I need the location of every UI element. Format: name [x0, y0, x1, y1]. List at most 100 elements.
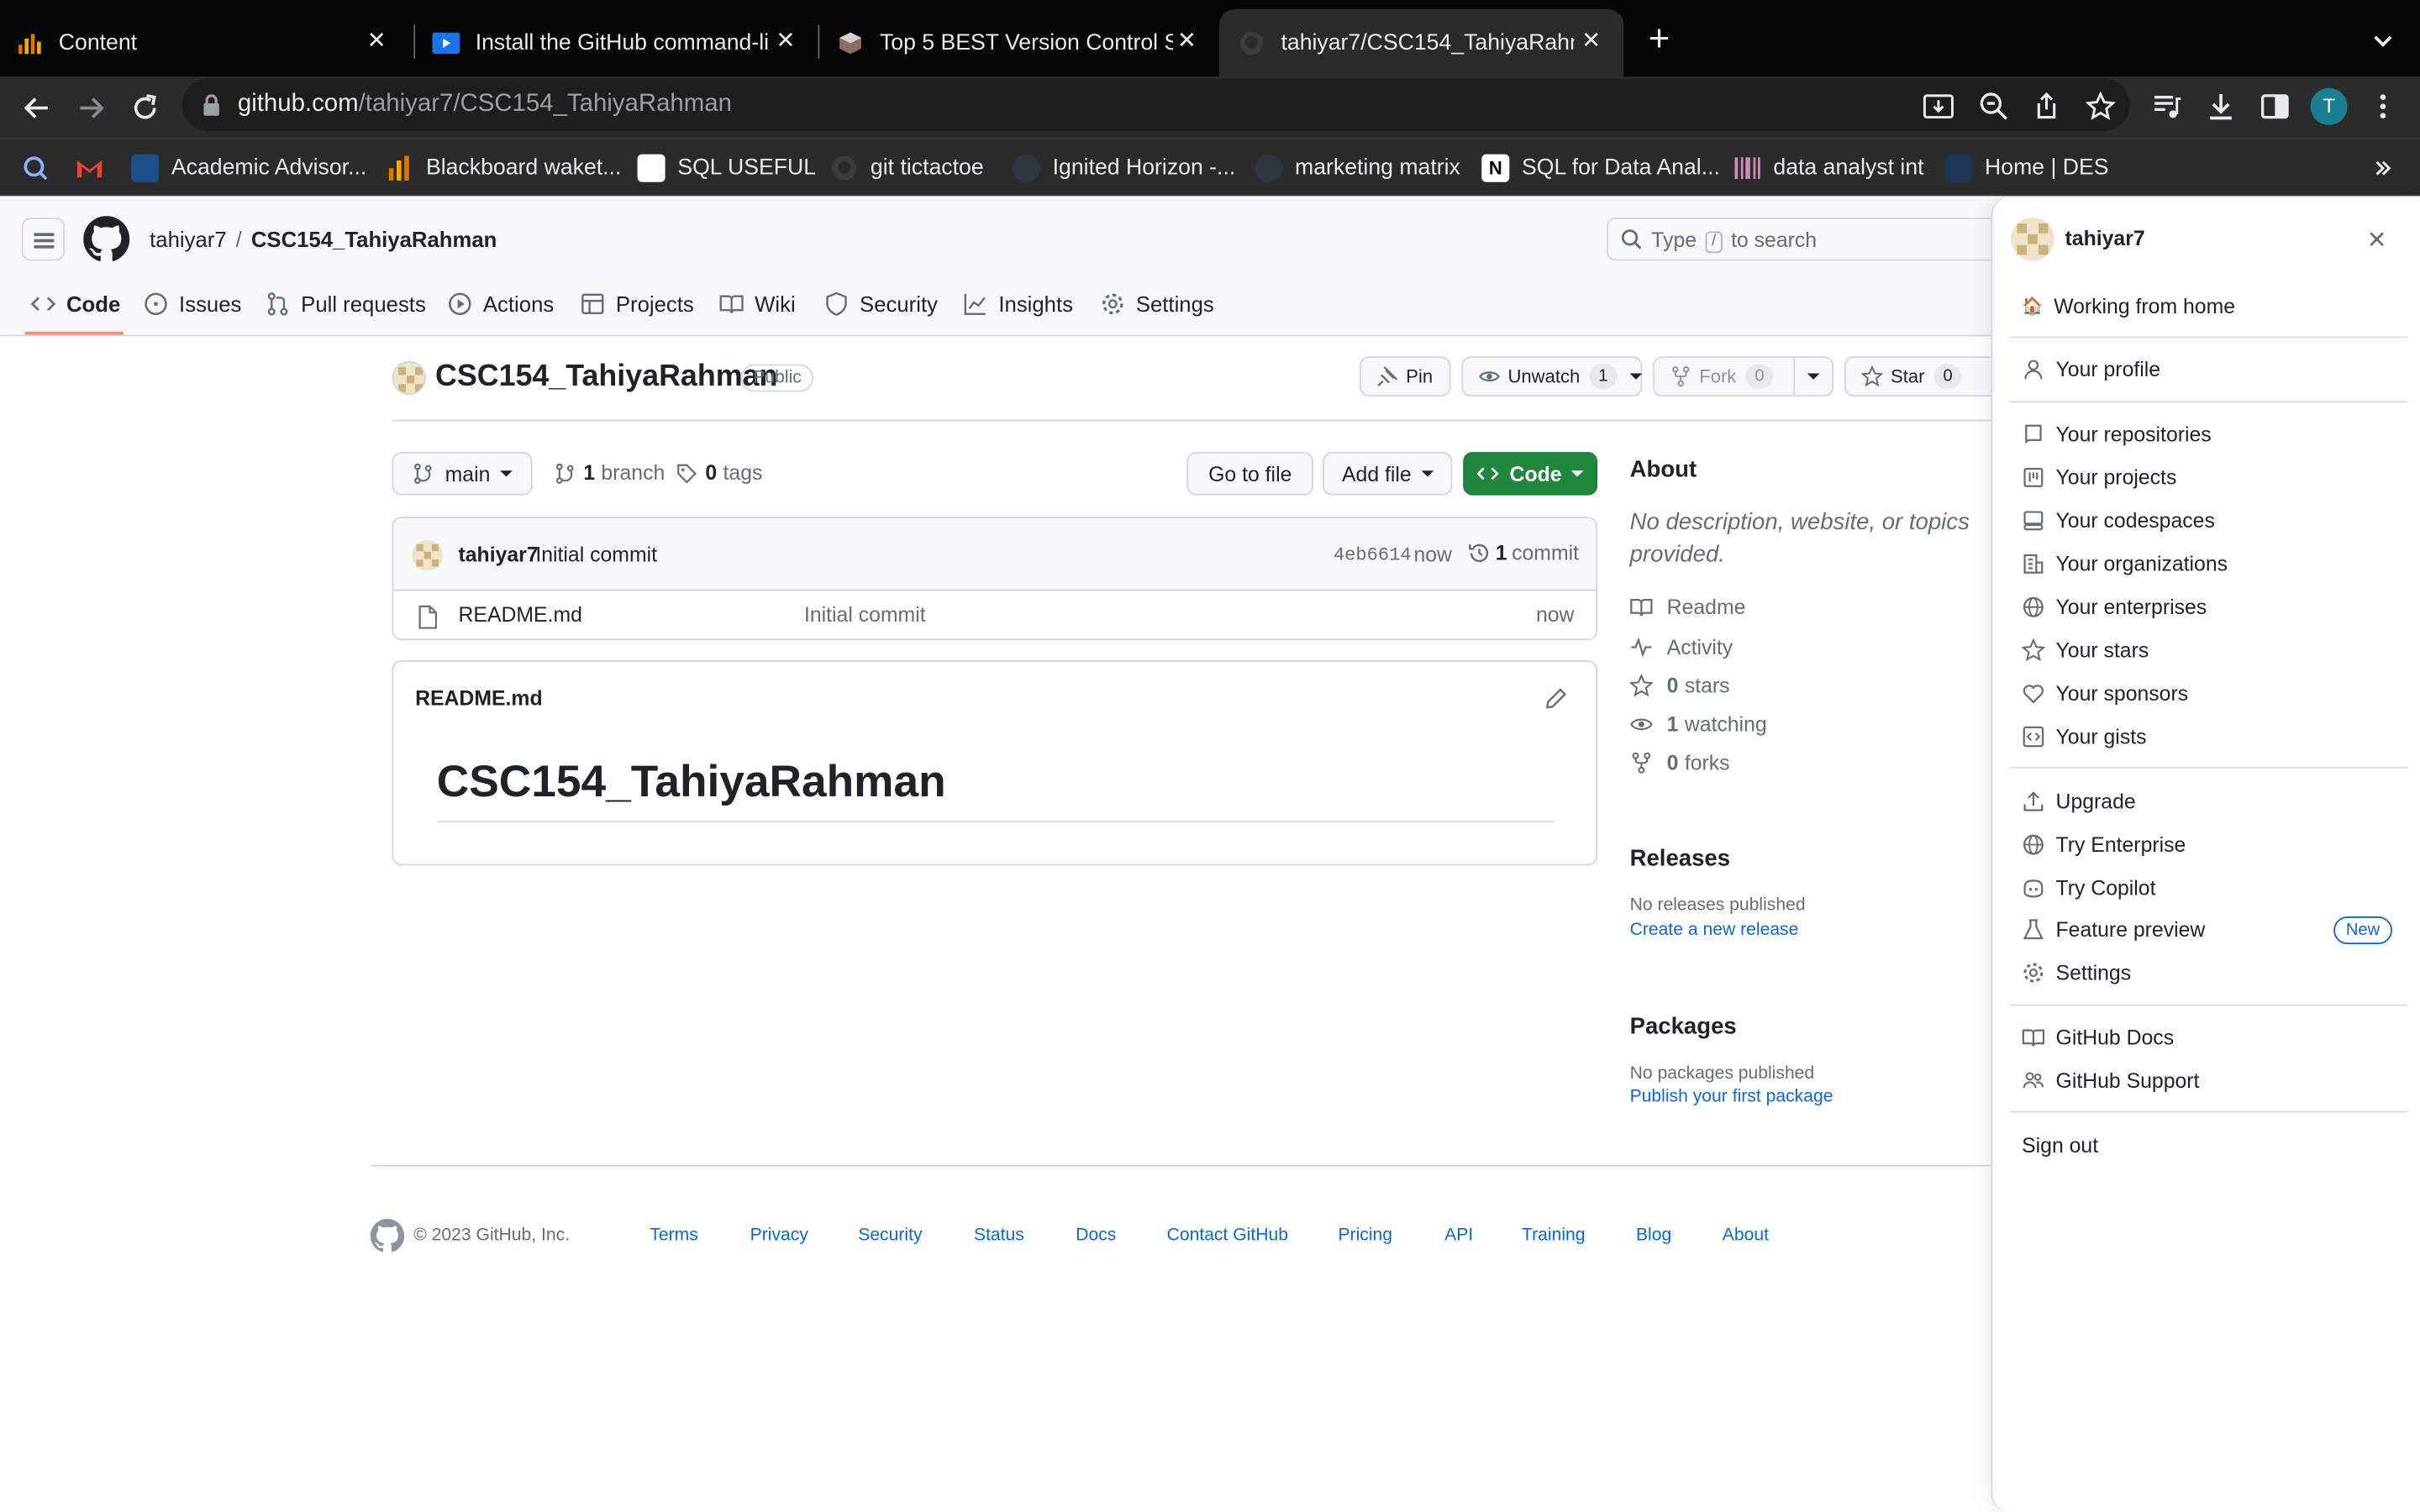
- close-tab-icon[interactable]: ✕: [363, 28, 391, 55]
- side-panel-icon[interactable]: [2258, 90, 2291, 123]
- user-avatar[interactable]: [2011, 217, 2054, 261]
- bookmark-item[interactable]: [22, 153, 62, 184]
- menu-your-projects[interactable]: Your projects: [2022, 461, 2176, 492]
- menu-settings[interactable]: Settings: [2022, 957, 2131, 988]
- menu-github-docs[interactable]: GitHub Docs: [2022, 1021, 2174, 1053]
- commit-history-link[interactable]: 1 commit: [1468, 542, 1579, 564]
- commit-sha[interactable]: 4eb6614: [1334, 544, 1412, 566]
- tab-security[interactable]: Security: [824, 278, 938, 330]
- stars-link[interactable]: 0 stars: [1629, 671, 1730, 699]
- bookmark-item[interactable]: Academic Advisor...: [131, 153, 366, 184]
- media-controls-icon[interactable]: [2150, 90, 2184, 123]
- menu-your-stars[interactable]: Your stars: [2022, 634, 2149, 665]
- set-status-button[interactable]: 🏠 Working from home: [2011, 283, 2401, 328]
- menu-feature-preview[interactable]: Feature preview: [2022, 913, 2205, 944]
- menu-your-organizations[interactable]: Your organizations: [2022, 548, 2228, 579]
- commit-author-avatar[interactable]: [412, 539, 444, 571]
- footer-link-status[interactable]: Status: [974, 1226, 1024, 1245]
- footer-link-pricing[interactable]: Pricing: [1338, 1226, 1392, 1245]
- tab-code[interactable]: Code: [30, 278, 121, 330]
- create-release-link[interactable]: Create a new release: [1630, 921, 1799, 940]
- menu-your-sponsors[interactable]: Your sponsors: [2022, 677, 2188, 708]
- menu-your-codespaces[interactable]: Your codespaces: [2022, 505, 2215, 536]
- footer-link-docs[interactable]: Docs: [1076, 1226, 1116, 1245]
- tab-insights[interactable]: Insights: [963, 278, 1073, 330]
- footer-link-security[interactable]: Security: [858, 1226, 922, 1245]
- close-tab-icon[interactable]: ✕: [771, 28, 799, 55]
- close-icon[interactable]: [2365, 227, 2389, 251]
- releases-heading[interactable]: Releases: [1630, 846, 1731, 872]
- footer-link-contact[interactable]: Contact GitHub: [1167, 1226, 1288, 1245]
- tab-projects[interactable]: Projects: [581, 278, 694, 330]
- tab-search-chevron-icon[interactable]: [2368, 24, 2399, 55]
- footer-link-api[interactable]: API: [1444, 1226, 1473, 1245]
- tab-actions[interactable]: Actions: [448, 278, 554, 330]
- lock-icon[interactable]: [201, 92, 223, 117]
- footer-link-privacy[interactable]: Privacy: [750, 1226, 808, 1245]
- reload-icon[interactable]: [127, 90, 164, 127]
- forward-arrow-icon[interactable]: [72, 90, 109, 127]
- breadcrumb-owner-link[interactable]: tahiyar7: [150, 227, 226, 251]
- add-file-button[interactable]: Add file: [1323, 452, 1453, 496]
- menu-your-profile[interactable]: Your profile: [2022, 354, 2160, 385]
- watchers-link[interactable]: 1 watching: [1630, 710, 1767, 738]
- bookmark-item[interactable]: Ignited Horizon -...: [1012, 153, 1235, 184]
- commit-message[interactable]: Initial commit: [535, 543, 657, 567]
- breadcrumb-repo-link[interactable]: CSC154_TahiyaRahman: [251, 227, 497, 251]
- bookmark-item[interactable]: data analyst int: [1733, 153, 1924, 184]
- publish-package-link[interactable]: Publish your first package: [1630, 1088, 1833, 1106]
- address-bar[interactable]: github.com/tahiyar7/CSC154_TahiyaRahman: [182, 78, 2130, 132]
- packages-heading[interactable]: Packages: [1630, 1014, 1737, 1040]
- more-bookmarks-icon[interactable]: [2374, 153, 2392, 184]
- footer-link-training[interactable]: Training: [1522, 1226, 1586, 1245]
- pin-button[interactable]: Pin: [1360, 356, 1451, 397]
- menu-upgrade[interactable]: Upgrade: [2022, 785, 2136, 816]
- menu-try-enterprise[interactable]: Try Enterprise: [2022, 828, 2186, 859]
- menu-sign-out[interactable]: Sign out: [2022, 1129, 2098, 1160]
- bookmark-item[interactable]: [76, 153, 116, 184]
- tab-pull-requests[interactable]: Pull requests: [266, 278, 426, 330]
- bookmark-item[interactable]: marketing matrix: [1255, 153, 1460, 184]
- activity-link[interactable]: Activity: [1630, 633, 1733, 660]
- file-name-link[interactable]: README.md: [459, 603, 582, 627]
- install-app-icon[interactable]: [1922, 90, 1955, 123]
- fork-button[interactable]: Fork 0: [1653, 356, 1834, 397]
- footer-link-blog[interactable]: Blog: [1636, 1226, 1671, 1245]
- browser-tab-github-repo[interactable]: tahiyar7/CSC154_TahiyaRahman ✕: [1219, 9, 1624, 77]
- branches-link[interactable]: 1 branch: [554, 461, 665, 485]
- file-commit-message[interactable]: Initial commit: [804, 603, 926, 627]
- menu-your-gists[interactable]: Your gists: [2022, 721, 2147, 752]
- owner-avatar[interactable]: [392, 360, 426, 396]
- code-dropdown-button[interactable]: Code: [1463, 452, 1598, 496]
- global-nav-menu-button[interactable]: [21, 217, 66, 261]
- tab-issues[interactable]: Issues: [144, 278, 241, 330]
- github-logo-icon[interactable]: [370, 1219, 405, 1252]
- footer-link-about[interactable]: About: [1723, 1226, 1769, 1245]
- repo-title[interactable]: CSC154_TahiyaRahman: [435, 360, 777, 395]
- browser-tab-top-5-version-control[interactable]: Top 5 BEST Version Control Software ✕: [837, 9, 1220, 77]
- readme-link[interactable]: Readme: [1630, 592, 1745, 620]
- go-to-file-button[interactable]: Go to file: [1186, 452, 1314, 496]
- bookmark-star-icon[interactable]: [2084, 90, 2118, 123]
- tab-settings[interactable]: Settings: [1101, 278, 1214, 330]
- new-tab-button[interactable]: +: [1642, 21, 1676, 58]
- close-tab-icon[interactable]: ✕: [1577, 28, 1605, 55]
- bookmark-item[interactable]: N SQL for Data Anal...: [1481, 153, 1720, 184]
- close-tab-icon[interactable]: ✕: [1173, 28, 1201, 55]
- downloads-icon[interactable]: [2204, 90, 2238, 123]
- menu-try-copilot[interactable]: Try Copilot: [2022, 872, 2155, 903]
- zoom-icon[interactable]: [1977, 90, 2011, 123]
- tags-link[interactable]: 0 tags: [676, 461, 762, 485]
- browser-menu-icon[interactable]: [2366, 90, 2400, 123]
- readme-title[interactable]: README.md: [415, 686, 543, 710]
- back-arrow-icon[interactable]: [18, 90, 55, 127]
- unwatch-button[interactable]: Unwatch 1: [1461, 356, 1643, 397]
- menu-github-support[interactable]: GitHub Support: [2022, 1064, 2199, 1095]
- forks-link[interactable]: 0 forks: [1630, 748, 1730, 776]
- browser-tab-content[interactable]: Content ✕: [15, 9, 408, 77]
- share-icon[interactable]: [2029, 90, 2063, 123]
- pencil-icon[interactable]: [1544, 686, 1568, 711]
- branch-select-button[interactable]: main: [392, 452, 533, 496]
- star-button[interactable]: Star 0: [1844, 356, 1999, 397]
- bookmark-item[interactable]: Blackboard waket...: [386, 153, 621, 184]
